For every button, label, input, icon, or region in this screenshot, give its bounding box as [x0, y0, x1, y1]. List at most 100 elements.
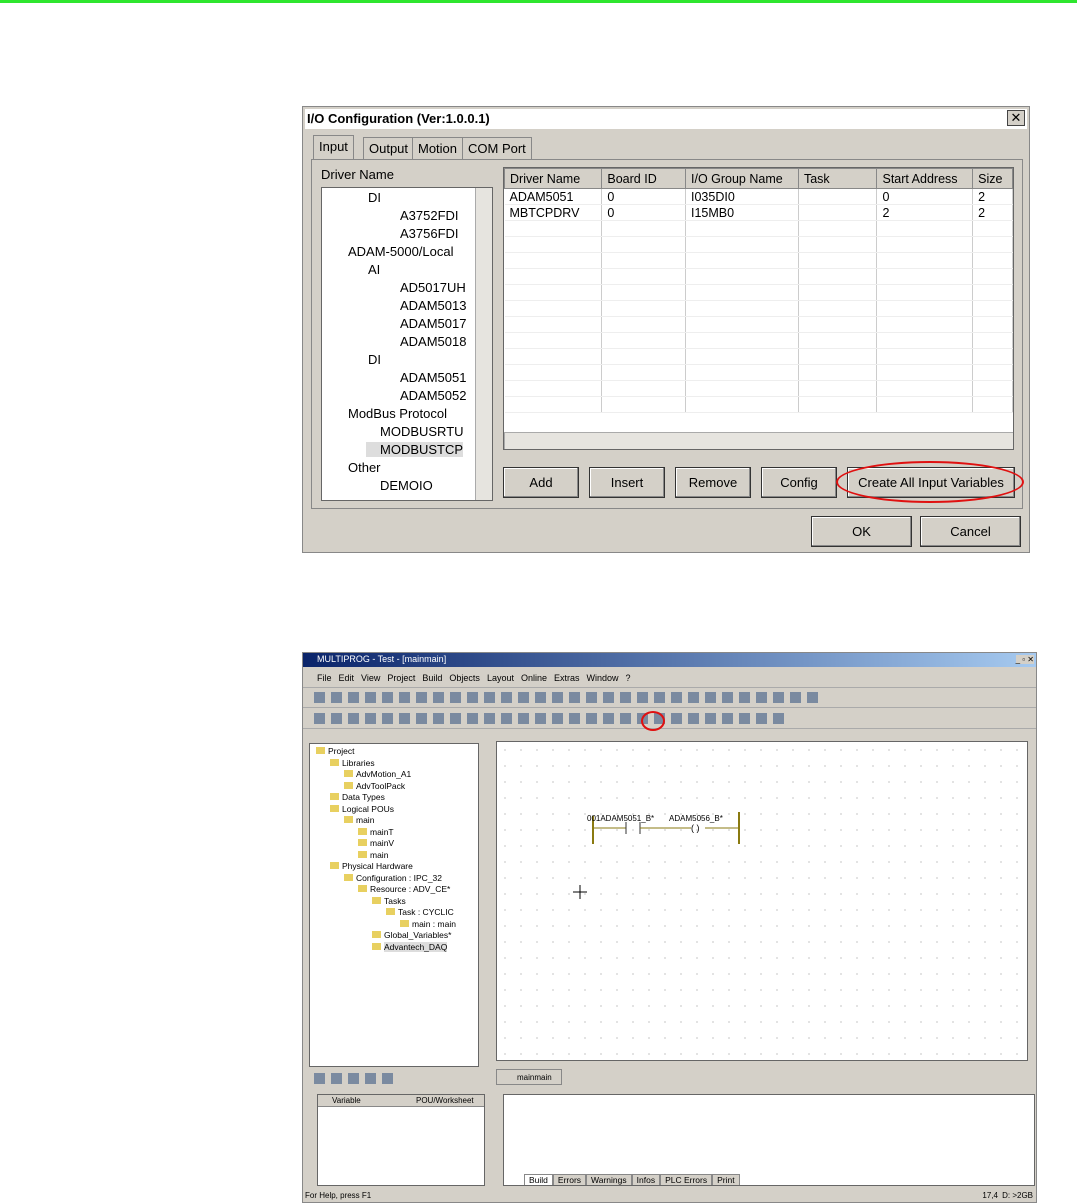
column-header[interactable]: Driver Name: [504, 168, 603, 189]
tree-node[interactable]: A3752FDI: [386, 208, 459, 223]
toolbar-button-icon[interactable]: [722, 713, 733, 724]
tree-node[interactable]: ADAM5051: [386, 370, 466, 385]
project-tree-node[interactable]: Resource : ADV_CE*: [358, 884, 450, 894]
column-header[interactable]: I/O Group Name: [685, 168, 799, 189]
table-row[interactable]: [504, 380, 1013, 397]
tree-node[interactable]: MODBUSTCP: [366, 442, 464, 457]
toolbar-button-icon[interactable]: [484, 692, 495, 703]
toolbar-button-icon[interactable]: [501, 713, 512, 724]
toolbar-button-icon[interactable]: [756, 713, 767, 724]
toolbar-button-icon[interactable]: [773, 692, 784, 703]
toolbar-button-icon[interactable]: [348, 713, 359, 724]
driver-table[interactable]: Driver Name Board ID I/O Group Name Task Sta…: [503, 167, 1014, 450]
toolbar-button-icon[interactable]: [399, 713, 410, 724]
project-tree-node[interactable]: main : main: [400, 919, 456, 929]
tree-node[interactable]: AI: [354, 262, 380, 277]
config-button[interactable]: Config: [761, 467, 837, 498]
table-row[interactable]: [504, 300, 1013, 317]
tree-node[interactable]: ModBus Protocol: [334, 406, 447, 421]
toolbar-button-icon[interactable]: [671, 713, 682, 724]
project-tree-node[interactable]: Advantech_DAQ: [372, 941, 448, 952]
project-tree-node[interactable]: Physical Hardware: [330, 861, 413, 871]
project-tree-node[interactable]: Project: [316, 746, 354, 756]
toolbar-button-icon[interactable]: [790, 692, 801, 703]
toolbar-button-icon[interactable]: [518, 692, 529, 703]
project-tree-node[interactable]: Data Types: [330, 792, 385, 802]
project-tree[interactable]: Project Libraries AdvMotion_A1 AdvToolPack D…: [309, 743, 479, 1067]
ok-button[interactable]: OK: [811, 516, 912, 547]
driver-tree[interactable]: DI A3752FDI A3756FDI ADAM-5000/Local AI AD501…: [321, 187, 493, 501]
tree-scrollbar[interactable]: [475, 188, 492, 500]
toolbar-button-icon[interactable]: [535, 713, 546, 724]
toolbar-button-icon[interactable]: [603, 713, 614, 724]
table-row[interactable]: [504, 268, 1013, 285]
toolbar-button-icon[interactable]: [807, 692, 818, 703]
pou-column-header[interactable]: POU/Worksheet: [416, 1096, 474, 1105]
tab-motion[interactable]: Motion: [412, 137, 464, 159]
menu-item[interactable]: Extras: [554, 673, 580, 683]
toolbar-button-icon[interactable]: [739, 692, 750, 703]
coil-label[interactable]: ADAM5056_B*: [669, 814, 723, 823]
toolbar-button-icon[interactable]: [331, 692, 342, 703]
doc-tab-mainmain[interactable]: mainmain: [496, 1069, 562, 1085]
message-tab[interactable]: PLC Errors: [660, 1174, 713, 1185]
menu-item[interactable]: Edit: [339, 673, 355, 683]
toolbar-button-icon[interactable]: [552, 692, 563, 703]
menu-item[interactable]: File: [317, 673, 332, 683]
toolbar-button-icon[interactable]: [603, 692, 614, 703]
column-header[interactable]: Size: [972, 168, 1013, 189]
toolbar-button-icon[interactable]: [739, 713, 750, 724]
table-row[interactable]: MBTCPDRV 0 I15MB0 2 2: [504, 204, 1013, 221]
toolbar-button-icon[interactable]: [722, 692, 733, 703]
insert-button[interactable]: Insert: [589, 467, 665, 498]
table-row[interactable]: [504, 364, 1013, 381]
toolbar-button-icon[interactable]: [586, 692, 597, 703]
menu-item[interactable]: Objects: [449, 673, 480, 683]
message-tab[interactable]: Build: [524, 1174, 553, 1185]
toolbar-button-icon[interactable]: [382, 713, 393, 724]
table-hscrollbar[interactable]: [504, 432, 1013, 449]
project-tree-node[interactable]: mainV: [358, 838, 394, 848]
toolbar-button-icon[interactable]: [705, 692, 716, 703]
toolbar-button-icon[interactable]: [637, 692, 648, 703]
tree-node[interactable]: DI: [354, 190, 381, 205]
toolbar-button-icon[interactable]: [450, 713, 461, 724]
remove-button[interactable]: Remove: [675, 467, 751, 498]
project-tree-node[interactable]: Logical POUs: [330, 804, 394, 814]
toolbar-button-icon[interactable]: [620, 692, 631, 703]
toolbar-button-icon[interactable]: [569, 692, 580, 703]
ladder-editor-canvas[interactable]: ( ) 001ADAM5051_B* ADAM5056_B*: [496, 741, 1028, 1061]
project-tree-node[interactable]: main: [358, 850, 388, 860]
toolbar-button-icon[interactable]: [688, 713, 699, 724]
table-row[interactable]: [504, 396, 1013, 413]
tree-node[interactable]: Other: [334, 460, 381, 475]
toolbar-button-icon[interactable]: [399, 692, 410, 703]
message-tab[interactable]: Warnings: [586, 1174, 632, 1185]
column-header[interactable]: Task: [797, 168, 878, 189]
toolbar-button-icon[interactable]: [416, 713, 427, 724]
column-header[interactable]: Start Address: [876, 168, 974, 189]
tab-output[interactable]: Output: [363, 137, 415, 159]
add-button[interactable]: Add: [503, 467, 579, 498]
toolbar-button-icon[interactable]: [433, 692, 444, 703]
table-row[interactable]: ADAM5051 0 I035DI0 0 2: [504, 188, 1013, 205]
toolbar-button-icon[interactable]: [705, 713, 716, 724]
window-controls[interactable]: _ ▫ ✕: [1015, 655, 1034, 664]
cancel-button[interactable]: Cancel: [920, 516, 1021, 547]
toolbar-button-icon[interactable]: [365, 692, 376, 703]
table-row[interactable]: [504, 348, 1013, 365]
project-tree-node[interactable]: mainT: [358, 827, 394, 837]
project-tree-node[interactable]: AdvMotion_A1: [344, 769, 411, 779]
toolbar-button-icon[interactable]: [331, 713, 342, 724]
table-row[interactable]: [504, 236, 1013, 253]
tree-node[interactable]: AD5017UH: [386, 280, 466, 295]
menu-item[interactable]: Window: [587, 673, 619, 683]
toolbar-button-icon[interactable]: [569, 713, 580, 724]
toolbar-button-icon[interactable]: [620, 713, 631, 724]
toolbar-button-icon[interactable]: [552, 713, 563, 724]
menu-item[interactable]: Online: [521, 673, 547, 683]
menu-item[interactable]: Layout: [487, 673, 514, 683]
menu-item[interactable]: ?: [626, 673, 631, 683]
tree-node[interactable]: ADAM5013: [386, 298, 466, 313]
toolbar-button-icon[interactable]: [467, 692, 478, 703]
